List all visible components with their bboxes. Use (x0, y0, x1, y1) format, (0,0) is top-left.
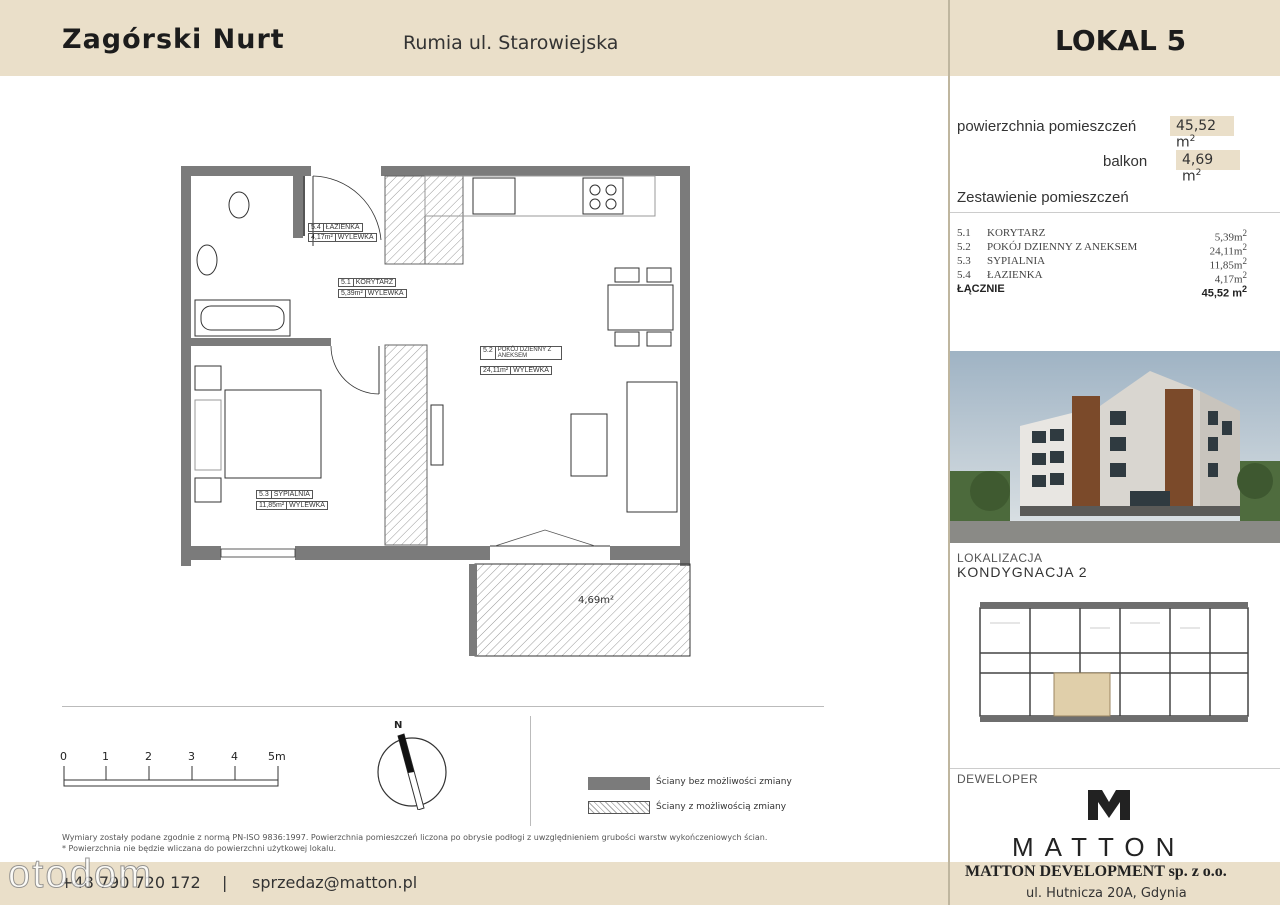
scale-tick-label: 5m (268, 750, 286, 763)
total-row: ŁĄCZNIE 45,52 m2 (957, 283, 1247, 300)
unit-title: LOKAL 5 (1055, 24, 1187, 57)
balcony-area-label: 4,69m² (578, 595, 615, 606)
legend-hatched-label: Ściany z możliwością zmiany (656, 802, 787, 812)
rooms-table: 5.1 KORYTARZ 5,39m2 5.2 POKÓJ DZIENNY Z ANE… (957, 226, 1247, 300)
room-row: 5.1 KORYTARZ 5,39m2 (957, 227, 1247, 244)
developer-address: ul. Hutnicza 20A, Gdynia (1026, 886, 1187, 901)
room-tag-corridor-area: 5,39m² WYLEWKA (338, 289, 407, 298)
legend-hatched-swatch (588, 801, 650, 814)
project-title: Zagórski Nurt (62, 24, 285, 55)
room-tag-bedroom: 5.3 SYPIALNIA (256, 490, 313, 499)
compass-icon: N (374, 720, 454, 810)
area-label: powierzchnia pomieszczeń (957, 118, 1137, 135)
legend-solid-label: Ściany bez możliwości zmiany (656, 777, 792, 787)
developer-company: MATTON DEVELOPMENT sp. z o.o. (965, 863, 1227, 880)
area-value: 45,52 m2 (1170, 116, 1234, 151)
watermark-logo: otodom (7, 852, 154, 897)
room-tag-bathroom: 5.4 ŁAZIENKA (308, 223, 363, 232)
divider (950, 212, 1280, 213)
room-tag-living-area: 24,11m² WYLEWKA (480, 366, 552, 375)
plan-divider-vertical (530, 716, 531, 826)
divider (950, 768, 1280, 769)
rooms-heading: Zestawienie pomieszczeń (957, 189, 1129, 206)
room-tag-bedroom-area: 11,85m² WYLEWKA (256, 501, 328, 510)
floor-plan (175, 160, 695, 660)
note-balcony: * Powierzchnia nie będzie wliczana do po… (62, 844, 337, 853)
scale-bar: 0 1 2 3 4 5m (60, 750, 290, 795)
balcony-value: 4,69 m2 (1176, 150, 1240, 185)
scale-tick-label: 0 (60, 750, 67, 763)
note-dimensions: Wymiary zostały podane zgodnie z normą P… (62, 833, 768, 842)
developer-label: DEWELOPER (957, 772, 1039, 786)
room-row: 5.3 SYPIALNIA 11,85m2 (957, 255, 1247, 272)
scale-tick-label: 4 (231, 750, 238, 763)
room-row: 5.2 POKÓJ DZIENNY Z ANEKSEM 24,11m2 (957, 241, 1247, 258)
balcony-label: balkon (1103, 153, 1148, 170)
floor-locator-plan (970, 598, 1258, 732)
developer-logo-text: MATTON (1012, 832, 1186, 862)
room-tag-corridor: 5.1 KORYTARZ (338, 278, 397, 287)
contact-email[interactable]: sprzedaz@matton.pl (252, 873, 417, 892)
room-tag-living: 5.2 POKÓJ DZIENNY Z ANEKSEM (480, 346, 562, 360)
scale-tick-label: 3 (188, 750, 195, 763)
room-row: 5.4 ŁAZIENKA 4,17m2 (957, 269, 1247, 286)
room-tag-bathroom-area: 4,17m² WYLEWKA (308, 233, 377, 242)
matton-logo-icon (1088, 790, 1130, 820)
scale-tick-label: 2 (145, 750, 152, 763)
contact-separator: | (222, 873, 228, 892)
plan-divider (62, 706, 824, 707)
scale-tick-label: 1 (102, 750, 109, 763)
legend-solid-swatch (588, 777, 650, 790)
building-rendering (950, 351, 1280, 543)
project-address: Rumia ul. Starowiejska (403, 32, 619, 54)
location-floor: KONDYGNACJA 2 (957, 564, 1088, 580)
location-label: LOKALIZACJA (957, 551, 1043, 565)
